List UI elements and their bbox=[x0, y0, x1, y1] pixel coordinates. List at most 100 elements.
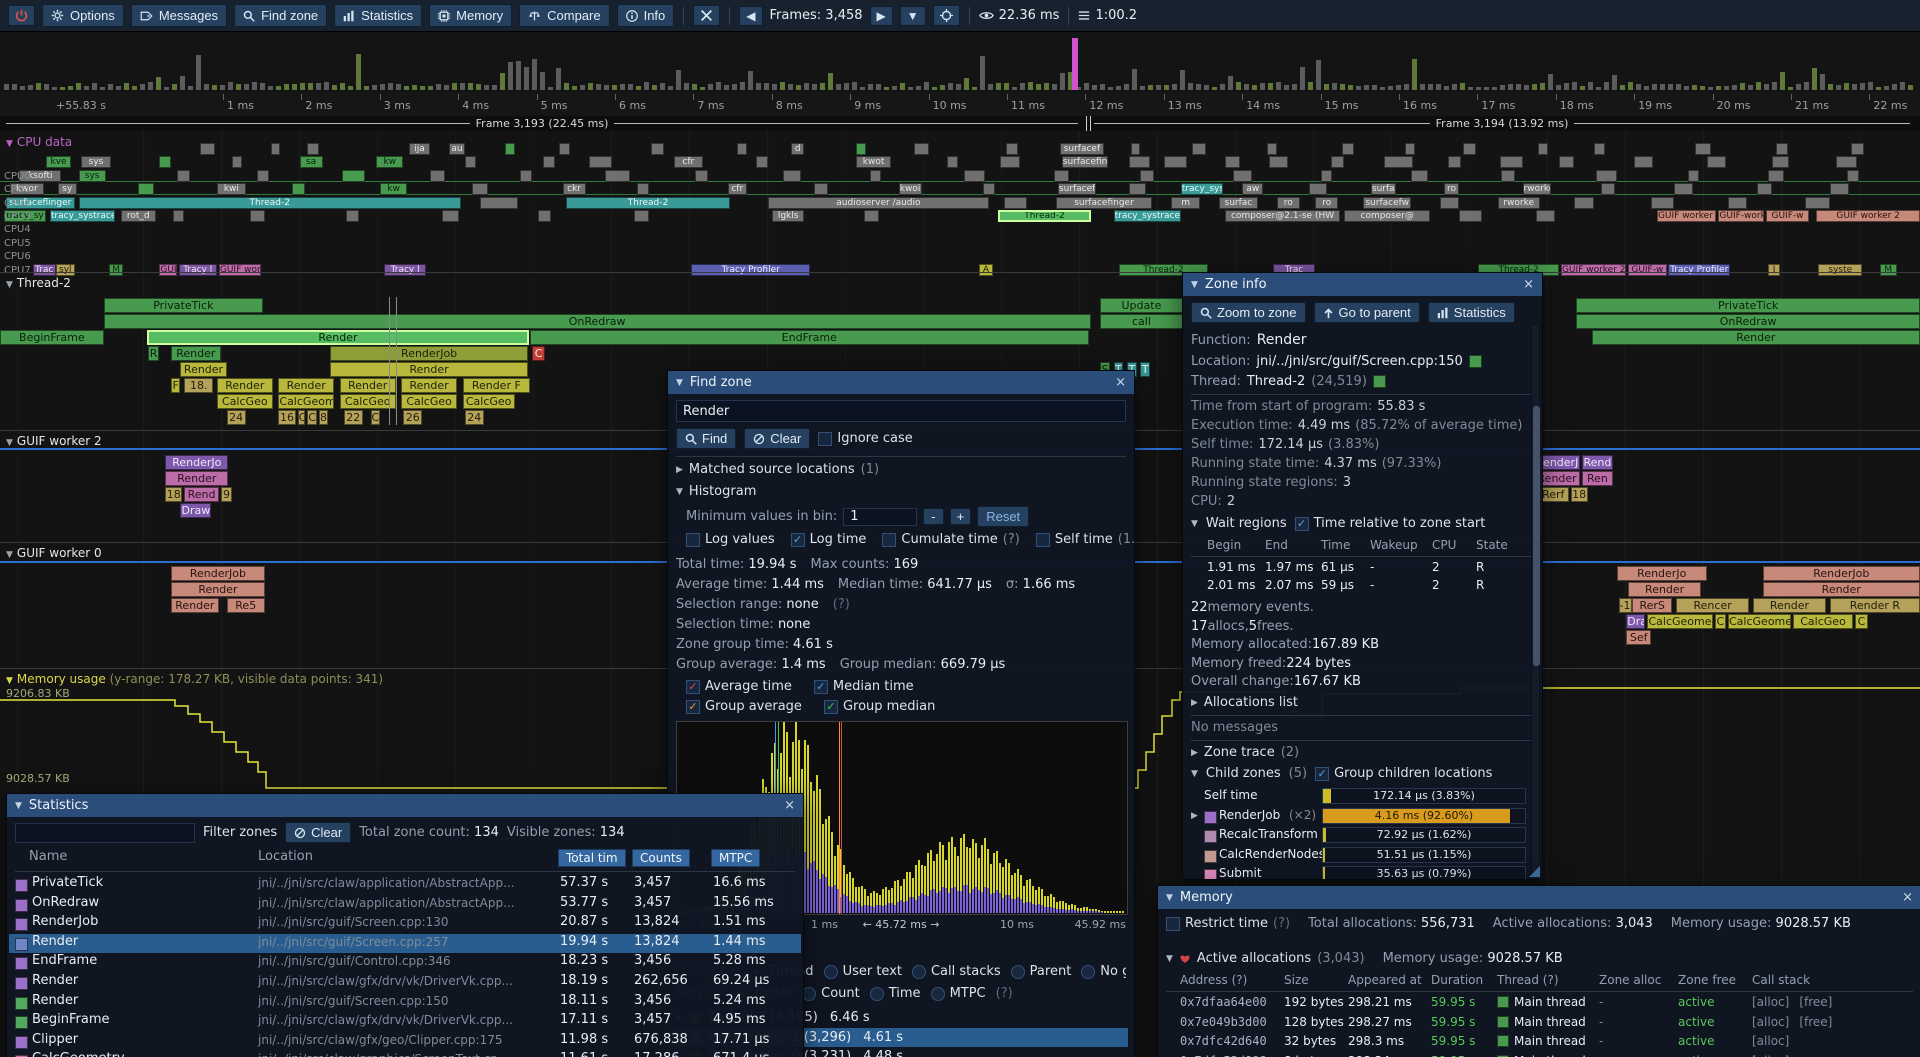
zone-tracy-systrace[interactable]: tracy_systrace bbox=[50, 210, 115, 222]
zone-composer-2-1-se-hw[interactable]: composer@2.1-se (HW bbox=[1225, 210, 1340, 222]
zone-renderjo[interactable]: RenderJo bbox=[1617, 566, 1707, 581]
focus-frame-button[interactable] bbox=[933, 5, 960, 26]
close-icon[interactable]: × bbox=[784, 798, 795, 813]
next-frame-button[interactable]: ▶ bbox=[870, 6, 893, 26]
find-zone-search-input[interactable] bbox=[676, 400, 1126, 422]
statistics-row[interactable]: PrivateTickjni/../jni/src/claw/applicati… bbox=[9, 875, 801, 894]
zone-render[interactable]: Render bbox=[147, 330, 529, 345]
zone-ro[interactable]: ro bbox=[1444, 183, 1459, 195]
column-header-location[interactable]: Location bbox=[258, 849, 313, 864]
zone-render[interactable]: Render bbox=[180, 362, 226, 377]
zone-f[interactable]: F bbox=[171, 378, 181, 393]
zone-audioserver-audio[interactable]: audioserver /audio bbox=[768, 197, 989, 209]
sort-by-count[interactable] bbox=[802, 987, 816, 1001]
zone[interactable] bbox=[1601, 183, 1614, 195]
clear-button[interactable]: Clear bbox=[744, 428, 810, 449]
zone[interactable] bbox=[1776, 143, 1788, 155]
zone[interactable] bbox=[1140, 170, 1153, 182]
zone-c[interactable]: C bbox=[371, 410, 381, 425]
prev-frame-button[interactable]: ◀ bbox=[739, 6, 762, 26]
zone[interactable] bbox=[1129, 156, 1150, 168]
zone--17[interactable]: -17 bbox=[1619, 598, 1632, 613]
memory-column-size[interactable]: Size bbox=[1284, 973, 1309, 987]
zone-c[interactable]: C bbox=[1715, 614, 1727, 629]
frame-markers[interactable]: Frame 3,193 (22.45 ms)Frame 3,194 (13.92… bbox=[0, 116, 1920, 132]
zone-sa[interactable]: sa bbox=[300, 156, 323, 168]
zone[interactable] bbox=[250, 210, 265, 222]
close-icon[interactable]: × bbox=[1902, 890, 1913, 905]
zone-c[interactable]: C bbox=[1855, 614, 1868, 629]
zone-renderjo[interactable]: RenderJo bbox=[165, 455, 228, 470]
zone-tracy-l[interactable]: Tracy l bbox=[384, 264, 426, 276]
zone-render[interactable]: Render bbox=[171, 346, 221, 361]
zone[interactable] bbox=[1830, 183, 1849, 195]
zone[interactable] bbox=[559, 143, 571, 155]
zone[interactable] bbox=[505, 143, 515, 155]
zone-aw[interactable]: aw bbox=[1242, 183, 1263, 195]
zone-9[interactable]: 9 bbox=[221, 487, 233, 502]
child-zone-row[interactable]: RecalcTransform72.92 µs (1.62%) bbox=[1191, 827, 1526, 844]
zone[interactable] bbox=[480, 197, 518, 209]
call-stack-link[interactable]: [alloc] bbox=[1752, 995, 1789, 1009]
zone-thread-2[interactable]: Thread-2 bbox=[79, 197, 461, 209]
zone-render[interactable]: Render bbox=[340, 378, 396, 393]
zone-kw[interactable]: kw bbox=[380, 183, 407, 195]
zone-tracy-profiler[interactable]: Tracy Profiler bbox=[1668, 264, 1729, 276]
memory-column-zone-alloc[interactable]: Zone alloc bbox=[1599, 973, 1661, 987]
zone-update[interactable]: Update bbox=[1100, 298, 1183, 313]
call-stack-link[interactable]: [alloc] bbox=[1752, 1015, 1789, 1029]
zone-render[interactable]: Render bbox=[330, 362, 528, 377]
zone[interactable] bbox=[257, 170, 269, 182]
find-button[interactable]: Find bbox=[676, 428, 736, 449]
zone[interactable] bbox=[1342, 143, 1354, 155]
zone-syl[interactable]: syl bbox=[56, 264, 75, 276]
zone[interactable] bbox=[1269, 156, 1288, 168]
zone[interactable] bbox=[870, 170, 882, 182]
memory-column-address-[interactable]: Address (?) bbox=[1180, 973, 1247, 987]
zone[interactable] bbox=[864, 210, 879, 222]
zone[interactable] bbox=[1411, 170, 1428, 182]
zone[interactable] bbox=[1459, 210, 1482, 222]
zone-guif-worker-2[interactable]: GUIF worker 2 bbox=[1561, 264, 1626, 276]
zone[interactable] bbox=[342, 170, 365, 182]
zone[interactable] bbox=[138, 183, 153, 195]
zone-16[interactable]: 16 bbox=[278, 410, 295, 425]
zone-surfacefw[interactable]: surfacefw bbox=[1363, 197, 1411, 209]
zone[interactable] bbox=[1006, 143, 1018, 155]
zone-tracy-systrace[interactable]: tracy_systrace bbox=[1114, 210, 1181, 222]
clear-filter-button[interactable]: Clear bbox=[285, 822, 351, 843]
zone-lgkls[interactable]: lgkls bbox=[772, 210, 805, 222]
zone-render[interactable]: Render bbox=[1628, 582, 1701, 597]
zone[interactable] bbox=[1309, 183, 1326, 195]
zone-render-r[interactable]: Render R bbox=[1830, 598, 1920, 613]
zone[interactable] bbox=[1321, 170, 1333, 182]
zone[interactable] bbox=[651, 143, 664, 155]
close-icon[interactable]: × bbox=[1115, 375, 1126, 390]
group-children-checkbox[interactable]: ✓ bbox=[1315, 767, 1329, 781]
zone[interactable] bbox=[1463, 143, 1476, 155]
increment-button[interactable]: + bbox=[950, 508, 972, 525]
zone-calcgeomet[interactable]: CalcGeomet bbox=[1728, 614, 1791, 629]
zone-tracy-profiler[interactable]: Tracy Profiler bbox=[691, 264, 810, 276]
zone-kwot[interactable]: kwot bbox=[856, 156, 891, 168]
zone[interactable] bbox=[1728, 197, 1747, 209]
zone-renderjob[interactable]: RenderJob bbox=[1763, 566, 1920, 581]
zone-calcgeo[interactable]: CalcGeo bbox=[217, 394, 273, 409]
zone[interactable] bbox=[1538, 143, 1548, 155]
frame-overview-strip[interactable] bbox=[0, 32, 1920, 93]
zone-rot-d[interactable]: rot_d bbox=[121, 210, 156, 222]
power-button[interactable] bbox=[8, 5, 35, 26]
zone-rend[interactable]: Rend bbox=[1582, 455, 1613, 470]
zone-kw[interactable]: kw bbox=[376, 156, 403, 168]
zone[interactable] bbox=[271, 143, 281, 155]
median-time-checkbox[interactable]: ✓ bbox=[814, 680, 828, 694]
statistics-row[interactable]: RenderJobjni/../jni/src/guif/Screen.cpp:… bbox=[9, 914, 801, 933]
zone-calcgeo[interactable]: CalcGeo bbox=[463, 394, 515, 409]
zone-tracy-l[interactable]: Tracy l bbox=[179, 264, 217, 276]
zone-calcgeo[interactable]: CalcGeo bbox=[401, 394, 457, 409]
toolbar-button-compare[interactable]: Compare bbox=[519, 4, 609, 27]
zone-26[interactable]: 26 bbox=[403, 410, 422, 425]
zone-rworke[interactable]: rworke bbox=[1498, 197, 1540, 209]
zone-render[interactable]: Render bbox=[171, 582, 265, 597]
go-to-parent-button[interactable]: Go to parent bbox=[1314, 302, 1420, 323]
